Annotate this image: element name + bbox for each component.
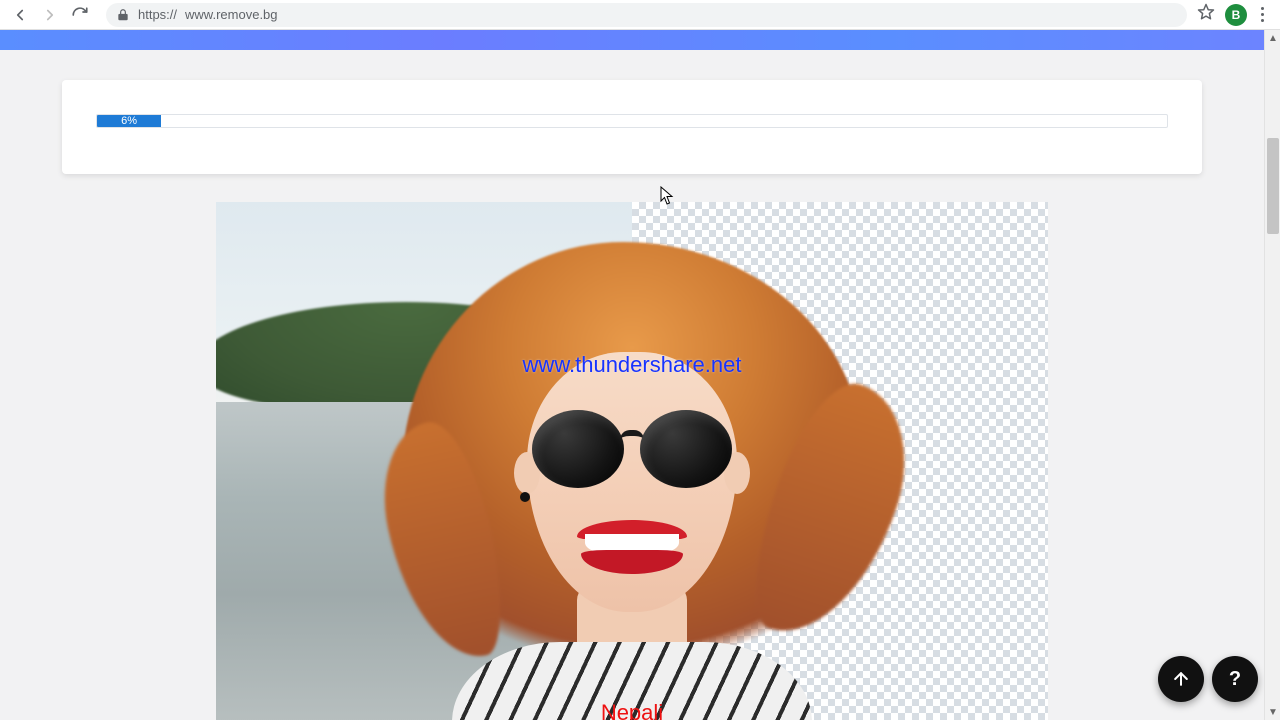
hero-banner-strip — [0, 30, 1264, 50]
upload-progress-fill: 6% — [97, 115, 161, 127]
help-label: ? — [1229, 668, 1241, 691]
scroll-to-top-button[interactable] — [1158, 656, 1204, 702]
browser-toolbar: https:// www.remove.bg B — [0, 0, 1280, 30]
scroll-down-arrow-icon[interactable]: ▼ — [1265, 704, 1280, 720]
profile-avatar[interactable]: B — [1225, 4, 1247, 26]
caption-text: Nepali — [601, 700, 663, 720]
before-after-image: www.thundershare.net Nepali — [216, 202, 1048, 720]
back-button[interactable] — [6, 1, 34, 29]
url-scheme: https:// — [138, 7, 177, 22]
scrollbar-thumb[interactable] — [1267, 138, 1279, 234]
url-host: www.remove.bg — [185, 7, 277, 22]
watermark-text: www.thundershare.net — [523, 352, 742, 378]
lock-icon — [116, 8, 130, 22]
upload-progress-bar: 6% — [96, 114, 1168, 128]
bookmark-star-icon[interactable] — [1197, 3, 1215, 26]
forward-button[interactable] — [36, 1, 64, 29]
address-bar[interactable]: https:// www.remove.bg — [106, 3, 1187, 27]
page-viewport: 6% www.thundershare.net N — [0, 30, 1280, 720]
original-half — [216, 202, 632, 720]
profile-initial: B — [1232, 8, 1241, 22]
upload-card: 6% — [62, 80, 1202, 174]
vertical-scrollbar[interactable]: ▲ ▼ — [1264, 30, 1280, 720]
reload-button[interactable] — [66, 1, 94, 29]
transparent-half — [632, 202, 1048, 720]
chrome-menu-button[interactable] — [1257, 3, 1268, 26]
upload-progress-label: 6% — [121, 115, 137, 127]
help-button[interactable]: ? — [1212, 656, 1258, 702]
scroll-up-arrow-icon[interactable]: ▲ — [1265, 30, 1280, 46]
